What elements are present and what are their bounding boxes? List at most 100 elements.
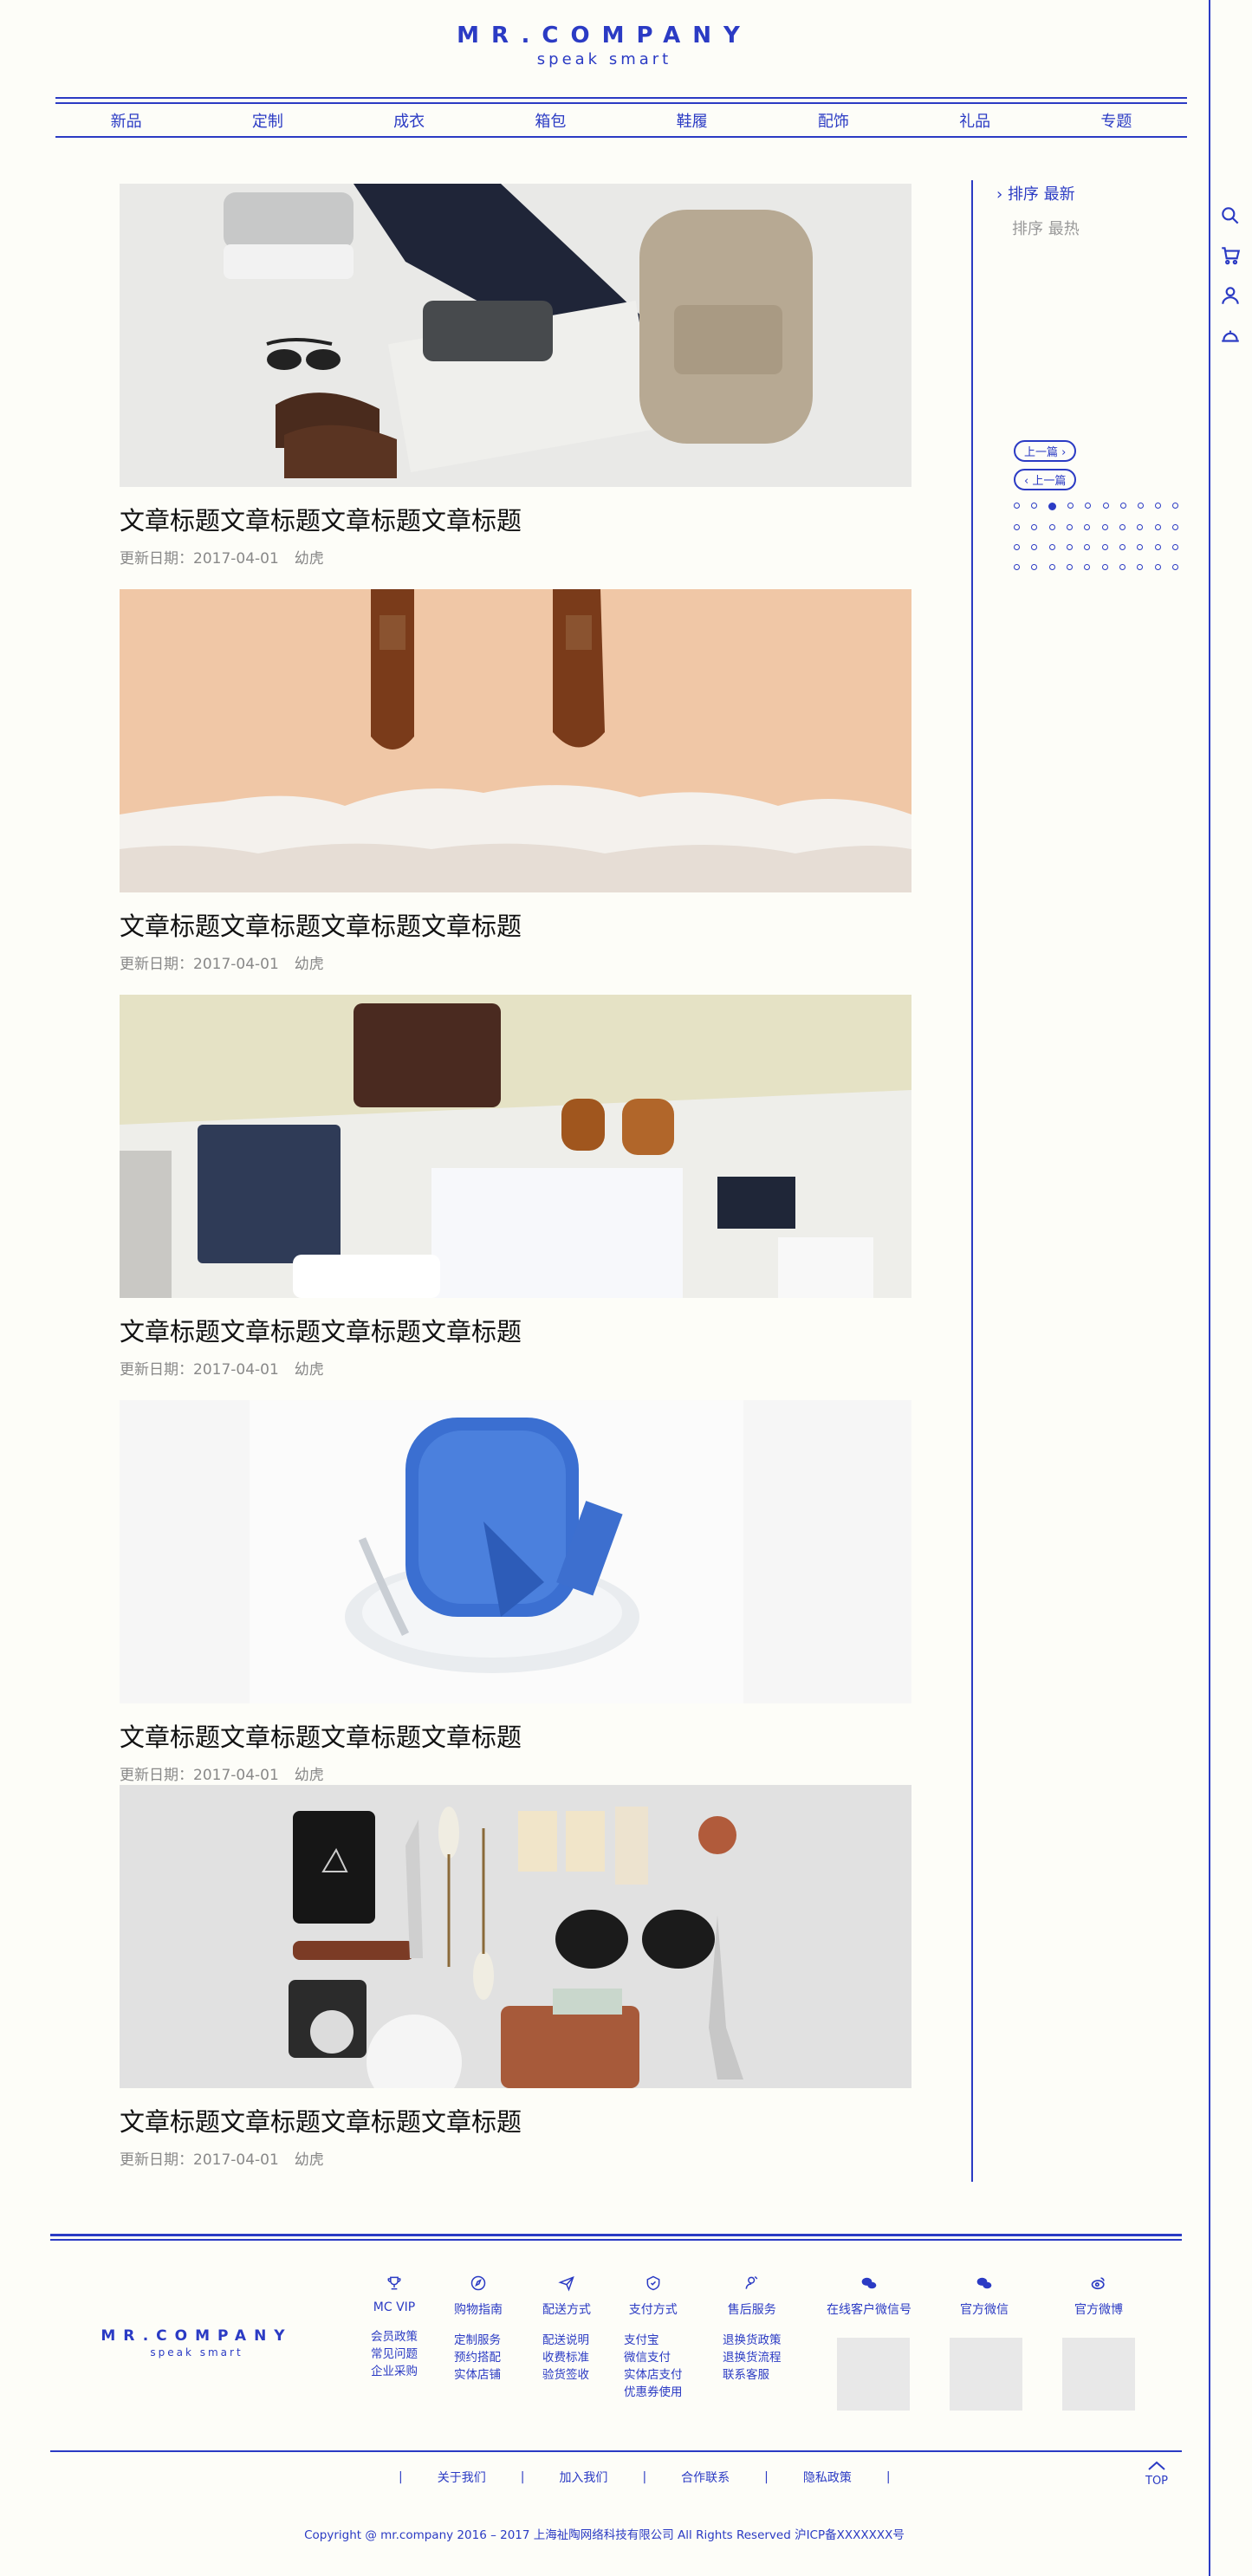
footer-top-rule [50,2234,1182,2241]
footer-logo-tagline: speak smart [150,2346,243,2359]
article-photo[interactable] [120,589,911,892]
article-card[interactable]: 文章标题文章标题文章标题文章标题 更新日期：2017-04-01 幼虎 [120,1400,911,1784]
article-author: 幼虎 [294,2151,324,2169]
article-author: 幼虎 [294,1767,324,1784]
nav-item-shoes[interactable]: 鞋履 [668,109,717,132]
footer-nav: | 关于我们 | 加入我们 | 合作联系 | 隐私政策 | [399,2469,925,2486]
divider: | [520,2470,525,2484]
nav-item-accessories[interactable]: 配饰 [809,109,858,132]
article-photo[interactable] [120,1400,911,1703]
nav-item-custom[interactable]: 定制 [243,109,292,132]
article-meta: 更新日期：2017-04-01 幼虎 [120,951,911,973]
sort-latest-label: 排序 最新 [1007,185,1075,204]
footer-qr-head: 在线客户微信号 [827,2303,911,2317]
footer-link[interactable]: 微信支付 [624,2349,683,2366]
wechat-icon [827,2274,911,2297]
footer-qr-service: 在线客户微信号 [827,2274,911,2318]
compass-icon [454,2274,503,2297]
article-title[interactable]: 文章标题文章标题文章标题文章标题 [120,1717,911,1754]
footer-column-head: 购物指南 [454,2303,503,2317]
cart-icon[interactable] [1216,237,1245,277]
nav-item-gifts[interactable]: 礼品 [950,109,999,132]
sort-hot[interactable]: 排序 最热 [996,217,1080,239]
user-icon[interactable] [1216,277,1245,317]
footer-privacy-link[interactable]: 隐私政策 [803,2469,852,2486]
article-meta: 更新日期：2017-04-01 幼虎 [120,1762,911,1784]
footer-link[interactable]: 收费标准 [542,2349,591,2366]
article-meta: 更新日期：2017-04-01 幼虎 [120,1357,911,1379]
footer-logo[interactable]: MR.COMPANY speak smart [97,2327,296,2359]
article-card[interactable]: 文章标题文章标题文章标题文章标题 更新日期：2017-04-01 幼虎 [120,184,911,568]
footer-link[interactable]: 验货签收 [542,2366,591,2384]
article-title[interactable]: 文章标题文章标题文章标题文章标题 [120,501,911,537]
article-photo[interactable] [120,995,911,1298]
back-to-top-button[interactable]: TOP [1145,2461,1168,2488]
footer-link[interactable]: 实体店支付 [624,2366,683,2384]
chevron-left-icon: ‹ [1024,475,1029,488]
nav-bottom-rule [55,136,1187,138]
article-card[interactable]: 文章标题文章标题文章标题文章标题 更新日期：2017-04-01 幼虎 [120,995,911,1379]
footer-qr-head: 官方微信 [960,2303,1009,2317]
wechat-icon [960,2274,1009,2297]
footer-link[interactable]: 实体店铺 [454,2366,503,2384]
footer-column-head: 售后服务 [727,2303,776,2317]
footer-join-link[interactable]: 加入我们 [559,2469,607,2486]
footer-link[interactable]: 支付宝 [624,2332,683,2349]
footer-qr-wechat: 官方微信 [960,2274,1009,2318]
weibo-icon [1074,2274,1123,2297]
article-title[interactable]: 文章标题文章标题文章标题文章标题 [120,906,911,943]
footer-column-guide: 购物指南 定制服务 预约搭配 实体店铺 [454,2274,503,2384]
article-date: 更新日期：2017-04-01 [120,550,279,568]
divider: | [764,2470,769,2484]
footer-about-link[interactable]: 关于我们 [438,2469,486,2486]
footer-link[interactable]: 退换货政策 [723,2332,782,2349]
copyright-text: Copyright @ mr.company 2016 – 2017 上海祉陶网… [304,2528,905,2542]
service-icon[interactable] [1216,317,1245,357]
footer-column-head: 配送方式 [542,2303,591,2317]
article-author: 幼虎 [294,956,324,973]
footer-link[interactable]: 联系客服 [723,2366,782,2384]
footer-link[interactable]: 定制服务 [454,2332,503,2349]
sort-hot-label: 排序 最热 [1012,220,1080,238]
footer-link[interactable]: 配送说明 [542,2332,591,2349]
footer-link[interactable]: 预约搭配 [454,2349,503,2366]
article-card[interactable]: 文章标题文章标题文章标题文章标题 更新日期：2017-04-01 幼虎 [120,1785,911,2169]
footer-column-delivery: 配送方式 配送说明 收费标准 验货签收 [542,2274,591,2384]
side-toolbar [1216,198,1245,357]
prev-article-button[interactable]: 上一篇 › [1014,440,1077,462]
nav-item-bags[interactable]: 箱包 [526,109,574,132]
footer-link[interactable]: 常见问题 [371,2346,418,2363]
article-card[interactable]: 文章标题文章标题文章标题文章标题 更新日期：2017-04-01 幼虎 [120,589,911,973]
article-date: 更新日期：2017-04-01 [120,1767,279,1784]
sort-latest[interactable]: › 排序 最新 [996,182,1080,204]
article-date: 更新日期：2017-04-01 [120,2151,279,2169]
footer-partner-link[interactable]: 合作联系 [681,2469,730,2486]
nav-item-apparel[interactable]: 成衣 [385,109,433,132]
decorative-dot-grid [1014,503,1178,584]
site-logo[interactable]: MR.COMPANY speak smart [0,23,1209,68]
footer-link[interactable]: 优惠券使用 [624,2384,683,2401]
search-icon[interactable] [1216,198,1245,237]
footer-link[interactable]: 会员政策 [371,2328,418,2346]
nav-item-new[interactable]: 新品 [102,109,151,132]
article-pager: 上一篇 › ‹ 上一篇 [1014,440,1077,497]
nav-item-topics[interactable]: 专题 [1092,109,1140,132]
article-meta: 更新日期：2017-04-01 幼虎 [120,2147,911,2169]
plane-icon [542,2274,591,2297]
footer-link[interactable]: 企业采购 [371,2363,418,2380]
article-author: 幼虎 [294,550,324,568]
qr-code-service [837,2338,910,2411]
article-photo[interactable] [120,1785,911,2088]
footer-qr-head: 官方微博 [1074,2303,1123,2317]
next-article-button[interactable]: ‹ 上一篇 [1014,469,1077,490]
article-title[interactable]: 文章标题文章标题文章标题文章标题 [120,1312,911,1348]
sort-options: › 排序 最新 排序 最热 [996,182,1080,251]
article-photo[interactable] [120,184,911,487]
article-title[interactable]: 文章标题文章标题文章标题文章标题 [120,2102,911,2138]
prev-label: 上一篇 [1024,446,1059,459]
footer-link[interactable]: 退换货流程 [723,2349,782,2366]
footer-column-head: 支付方式 [628,2303,678,2317]
nav-top-rule [55,97,1187,104]
chevron-right-icon: › [1061,446,1067,459]
footer-column-vip: MC VIP 会员政策 常见问题 企业采购 [371,2274,418,2380]
